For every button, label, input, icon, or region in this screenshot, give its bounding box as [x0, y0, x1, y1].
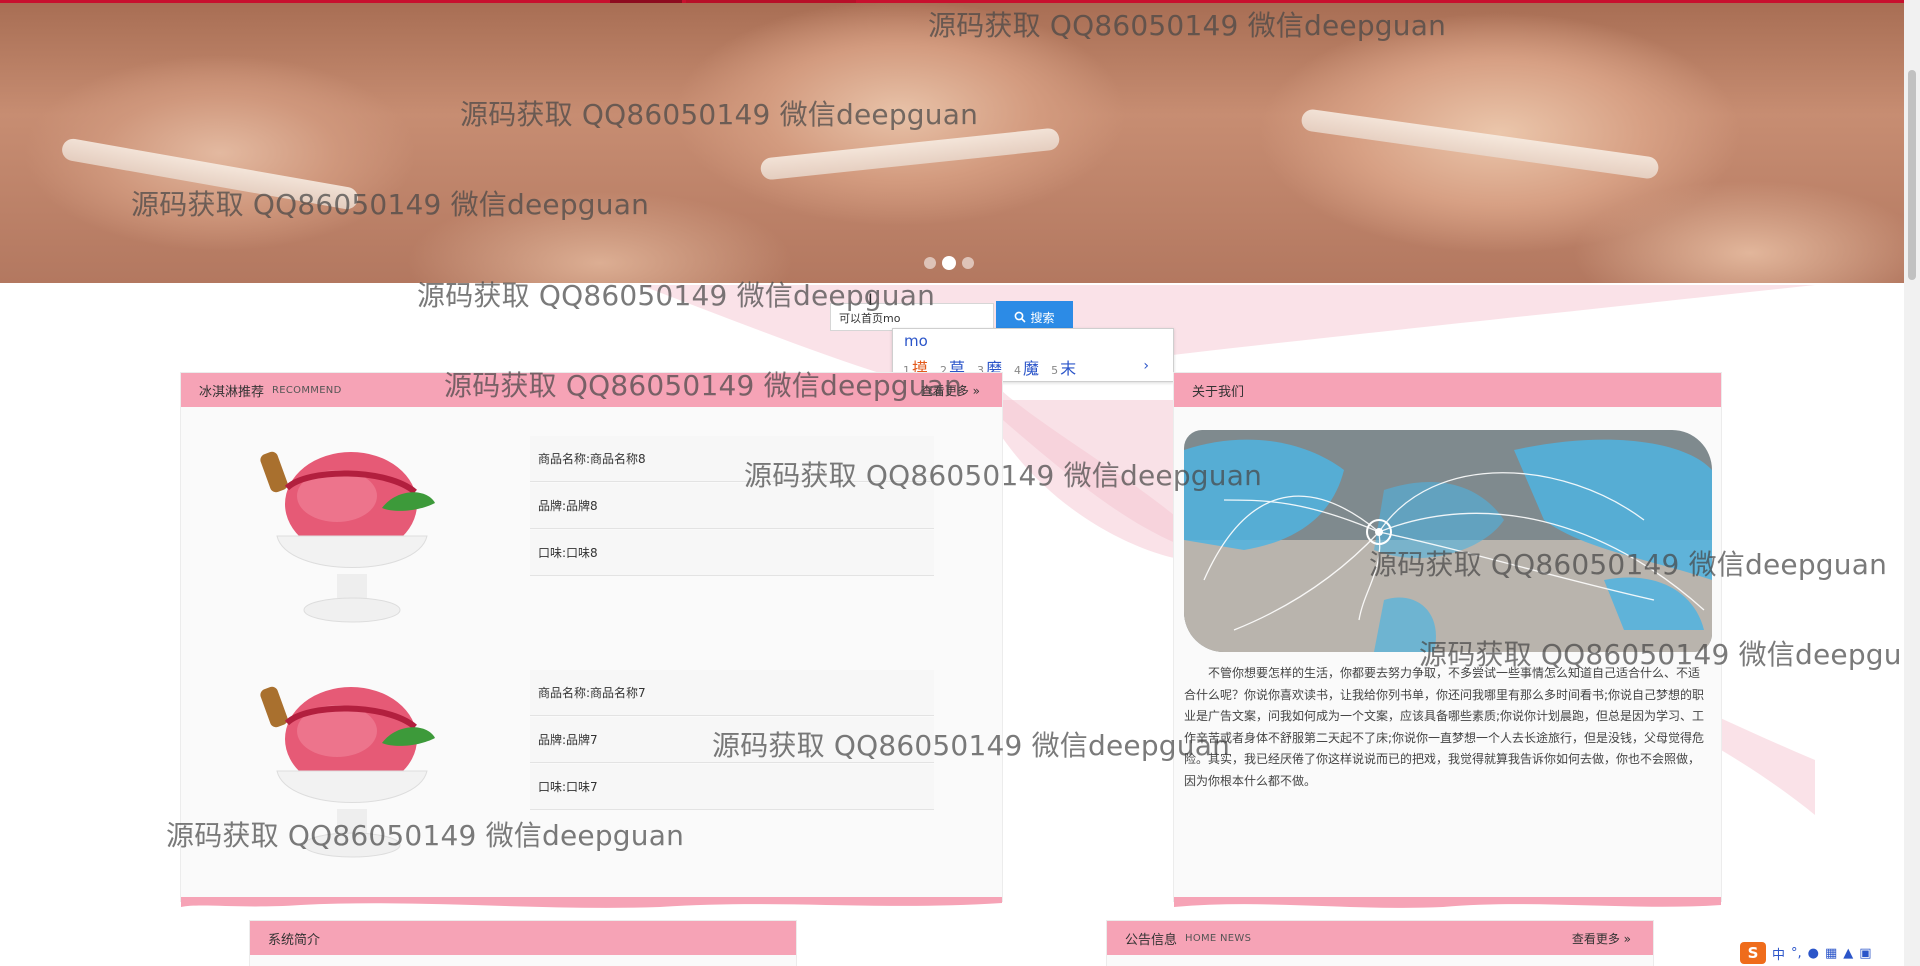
recommend-subtitle: RECOMMEND — [272, 384, 342, 396]
ime-candidate-char: 魔 — [1023, 359, 1040, 378]
product-brand-text: 品牌:品牌7 — [538, 733, 598, 747]
double-chevron-right-icon: » — [1623, 931, 1631, 946]
header-wave — [181, 897, 1002, 908]
header-wave — [1174, 897, 1721, 908]
intro-title: 系统简介 — [268, 932, 321, 948]
search-icon — [1015, 311, 1027, 323]
keyboard-icon[interactable]: ▦ — [1825, 946, 1837, 961]
scrollbar-thumb[interactable] — [1908, 70, 1916, 280]
product-flavor-text: 口味:口味7 — [538, 780, 598, 794]
product-name: 商品名称:商品名称7 — [530, 670, 934, 716]
recommend-more-link[interactable]: 查看更多 » — [921, 382, 980, 399]
notice-more-label: 查看更多 — [1571, 931, 1620, 946]
recommend-more-label: 查看更多 — [920, 383, 969, 398]
recommend-panel-header: 冰淇淋推荐 RECOMMEND 查看更多 » — [181, 373, 1002, 407]
text-cursor-icon: I — [868, 290, 873, 309]
search-input[interactable]: 可以首页mo — [830, 303, 994, 331]
ice-cream-image[interactable] — [257, 683, 445, 863]
about-text: 不管你想要怎样的生活，你都要去努力争取，不多尝试一些事情怎么知道自己适合什么、不… — [1184, 666, 1705, 788]
product-flavor: 口味:口味7 — [530, 764, 934, 810]
ime-typed-text: mo — [904, 332, 928, 350]
carousel-dots — [924, 256, 974, 270]
hero-banner[interactable] — [0, 3, 1904, 283]
macaron-cream — [759, 127, 1061, 181]
ime-candidate[interactable]: 4魔 — [1014, 355, 1039, 379]
product-brand: 品牌:品牌8 — [530, 483, 934, 529]
notice-panel: 公告信息 HOME NEWS 查看更多 » — [1106, 920, 1654, 966]
about-title: 关于我们 — [1192, 384, 1245, 400]
notice-panel-header: 公告信息 HOME NEWS 查看更多 » — [1107, 921, 1653, 955]
ime-mode-label[interactable]: 中 — [1772, 944, 1785, 963]
world-network-image — [1184, 430, 1712, 652]
product-brand: 品牌:品牌7 — [530, 717, 934, 763]
skin-icon[interactable]: ▲ — [1843, 946, 1853, 961]
notice-subtitle: HOME NEWS — [1185, 932, 1252, 944]
page-scrollbar[interactable] — [1904, 0, 1920, 966]
double-chevron-right-icon: » — [972, 383, 980, 398]
product-brand-text: 品牌:品牌8 — [538, 499, 598, 513]
ime-candidate-char: 末 — [1060, 359, 1077, 378]
sogou-logo-icon[interactable]: S — [1740, 942, 1766, 964]
search-input-value: 可以首页mo — [839, 312, 901, 325]
search-button-label: 搜索 — [1030, 310, 1055, 325]
notice-more-link[interactable]: 查看更多 » — [1572, 930, 1631, 947]
ime-candidate[interactable]: 5末 — [1051, 355, 1076, 379]
carousel-dot[interactable] — [962, 257, 974, 269]
product-name: 商品名称:商品名称8 — [530, 436, 934, 482]
notice-title: 公告信息 — [1125, 932, 1178, 948]
recommend-title: 冰淇淋推荐 — [199, 384, 265, 400]
intro-panel-header: 系统简介 — [250, 921, 796, 955]
product-flavor-text: 口味:口味8 — [538, 546, 598, 560]
product-name-text: 商品名称:商品名称8 — [538, 452, 646, 466]
ime-next-page-icon[interactable]: › — [1143, 358, 1149, 374]
carousel-dot[interactable] — [924, 257, 936, 269]
system-ime-toolbar[interactable]: S 中 °, ● ▦ ▲ ▣ — [1740, 940, 1920, 966]
carousel-dot-active[interactable] — [942, 256, 956, 270]
ime-candidate-num: 5 — [1051, 364, 1059, 377]
microphone-icon[interactable]: ● — [1808, 946, 1819, 961]
ime-candidate-num: 4 — [1014, 364, 1022, 377]
product-flavor: 口味:口味8 — [530, 530, 934, 576]
toolbox-icon[interactable]: ▣ — [1859, 946, 1871, 961]
product-name-text: 商品名称:商品名称7 — [538, 686, 646, 700]
intro-panel: 系统简介 — [249, 920, 797, 966]
macaron-cream — [1300, 108, 1660, 180]
punctuation-icon[interactable]: °, — [1791, 946, 1802, 961]
ice-cream-image[interactable] — [257, 448, 445, 628]
about-panel-header: 关于我们 — [1174, 373, 1721, 407]
macaron-cream — [60, 137, 360, 211]
